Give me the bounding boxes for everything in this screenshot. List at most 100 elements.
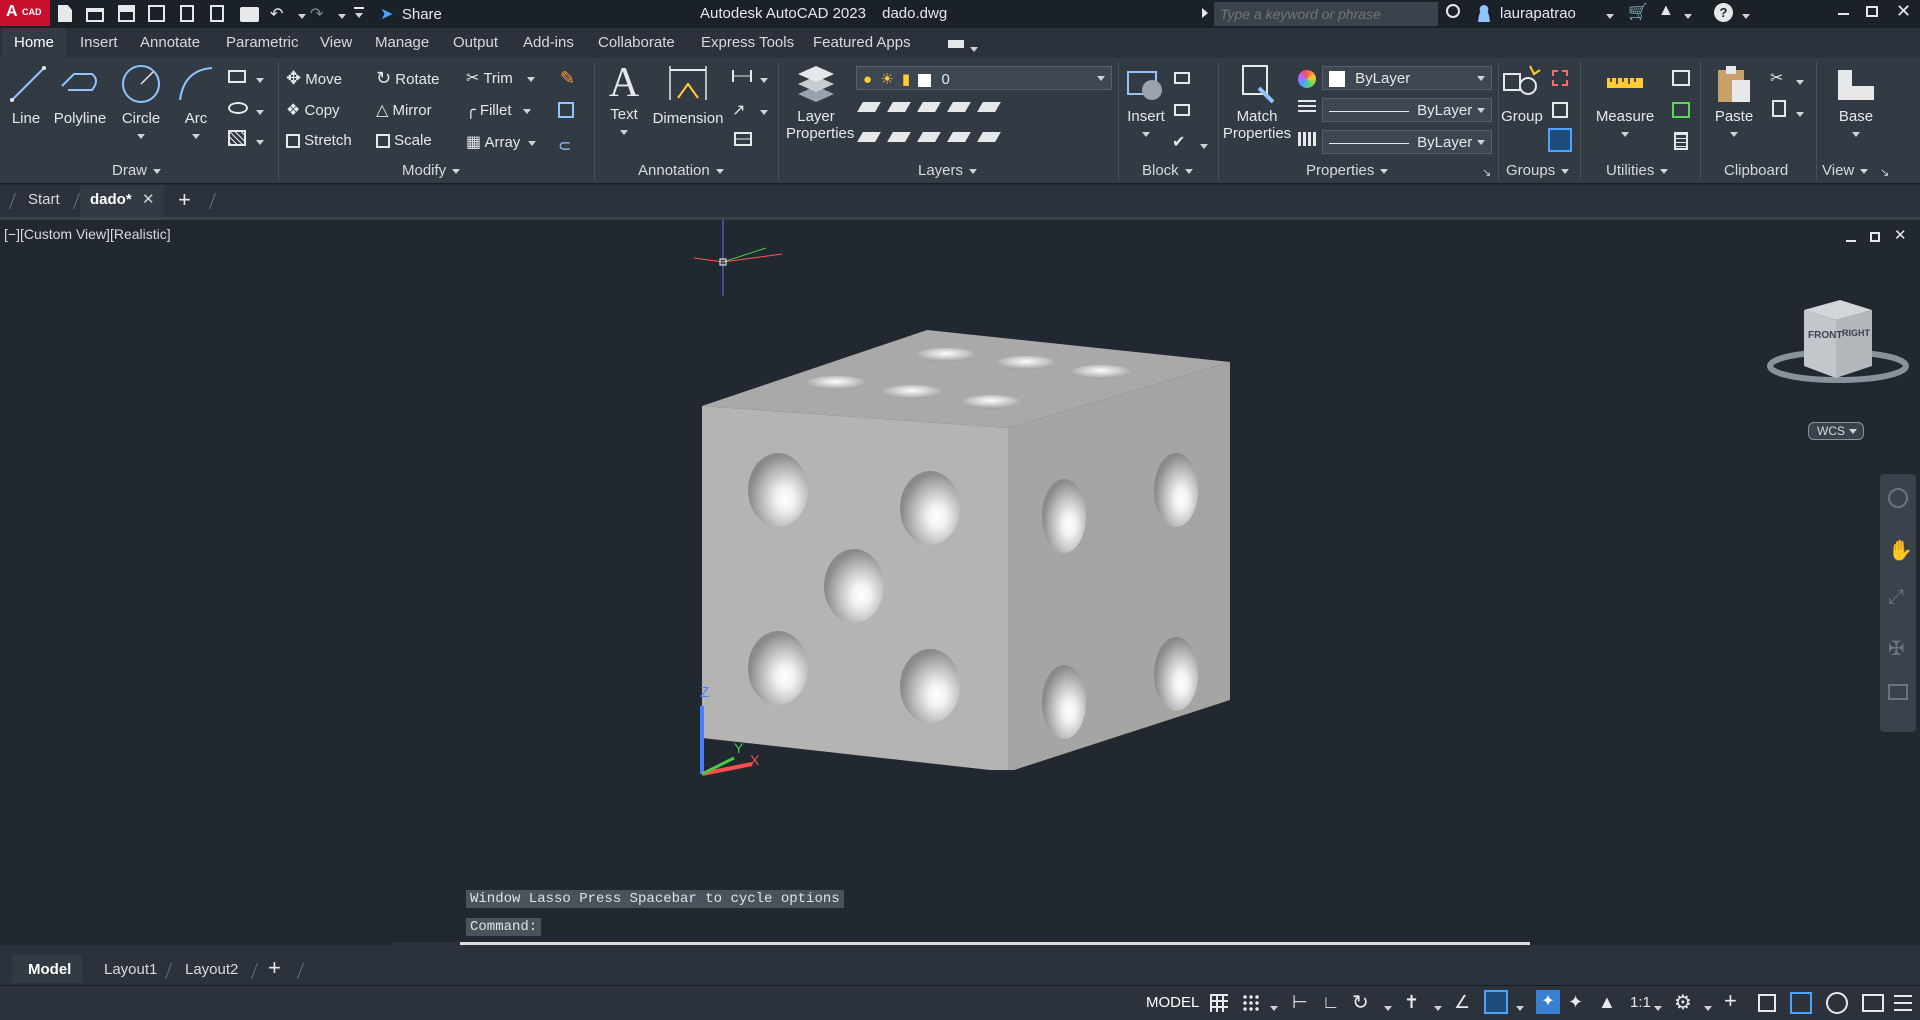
- base-dropdown-icon[interactable]: [1852, 131, 1860, 137]
- restore-window-icon[interactable]: [1866, 6, 1878, 17]
- viewcube-right-label[interactable]: RIGHT: [1842, 328, 1870, 338]
- layer-merge-icon[interactable]: [977, 102, 1001, 112]
- lineweight-dropdown[interactable]: ByLayer: [1322, 98, 1492, 122]
- viewcube[interactable]: FRONT RIGHT: [1766, 296, 1910, 396]
- rectangle-icon[interactable]: [228, 70, 246, 83]
- tab-featured-apps[interactable]: Featured Apps: [813, 34, 911, 51]
- ungroup-icon[interactable]: [1552, 70, 1568, 86]
- edit-attributes-dropdown-icon[interactable]: [1200, 138, 1208, 156]
- steering-wheel-icon[interactable]: [1888, 488, 1908, 508]
- customization-menu-icon[interactable]: [1894, 995, 1912, 1011]
- arc-tool[interactable]: Arc: [174, 64, 218, 144]
- redo-icon[interactable]: ↷: [310, 4, 323, 24]
- showmotion-icon[interactable]: [1888, 684, 1908, 700]
- erase-icon[interactable]: ✎: [560, 68, 575, 89]
- tab-home[interactable]: Home: [2, 28, 67, 58]
- tab-express-tools[interactable]: Express Tools: [701, 34, 794, 51]
- cut-icon[interactable]: ✂: [1770, 68, 1783, 88]
- paste-dropdown-icon[interactable]: [1730, 131, 1738, 137]
- rectangle-dropdown-icon[interactable]: [256, 72, 264, 90]
- polar-dropdown-icon[interactable]: [1384, 1000, 1392, 1018]
- redo-dropdown-icon[interactable]: [338, 8, 346, 26]
- viewport-close-icon[interactable]: ✕: [1894, 226, 1907, 244]
- undo-icon[interactable]: ↶: [270, 4, 283, 24]
- tab-output[interactable]: Output: [453, 34, 498, 51]
- infer-constraints-icon[interactable]: ⊢: [1292, 992, 1308, 1013]
- copy-tool[interactable]: ❖ Copy: [286, 100, 340, 120]
- snap-dropdown-icon[interactable]: [1270, 1000, 1278, 1018]
- ellipse-dropdown-icon[interactable]: [256, 104, 264, 122]
- copy-clip-dropdown-icon[interactable]: [1796, 106, 1804, 124]
- snap-icon[interactable]: [1242, 994, 1260, 1012]
- copy-clip-icon[interactable]: [1772, 100, 1786, 117]
- annotation-scale-dropdown-icon[interactable]: [1654, 1000, 1662, 1018]
- draw-panel-title[interactable]: Draw: [112, 162, 162, 179]
- insert-tool[interactable]: Insert: [1122, 64, 1170, 142]
- print-icon[interactable]: [240, 7, 259, 22]
- table-icon[interactable]: [734, 132, 752, 146]
- fillet-tool[interactable]: ╭ Fillet: [466, 100, 532, 120]
- wcs-menu[interactable]: WCS: [1808, 422, 1864, 440]
- ribbon-display-toggle-icon[interactable]: [948, 40, 964, 48]
- export-icon[interactable]: [210, 5, 224, 22]
- open-folder-icon[interactable]: [86, 8, 104, 22]
- group-tool[interactable]: Group: [1500, 64, 1544, 125]
- dice-3d-model[interactable]: [690, 330, 1250, 770]
- publish-icon[interactable]: [180, 5, 194, 22]
- user-icon[interactable]: [1476, 4, 1492, 22]
- layer-delete-icon[interactable]: [977, 132, 1001, 142]
- username[interactable]: laurapatrao: [1500, 5, 1576, 22]
- help-dropdown-icon[interactable]: [1742, 8, 1750, 26]
- circle-dropdown-icon[interactable]: [137, 133, 145, 139]
- layer-isolate-icon[interactable]: [887, 102, 911, 112]
- orbit-icon[interactable]: ✠: [1888, 636, 1905, 661]
- annotation-scale-icon[interactable]: ▲: [1598, 992, 1616, 1013]
- modify-panel-title[interactable]: Modify: [402, 162, 461, 179]
- array-dropdown-icon[interactable]: [528, 140, 537, 146]
- units-icon[interactable]: [1758, 994, 1776, 1012]
- connect-dropdown-icon[interactable]: [1684, 8, 1692, 26]
- viewport-restore-icon[interactable]: [1870, 232, 1880, 242]
- circle-tool[interactable]: Circle: [116, 64, 166, 144]
- polar-tracking-icon[interactable]: ↻: [1352, 990, 1369, 1015]
- layer-properties-tool[interactable]: Layer Properties: [786, 64, 854, 142]
- layout-tab-model[interactable]: Model: [12, 955, 82, 983]
- save-as-icon[interactable]: [148, 5, 165, 22]
- model-space-toggle[interactable]: MODEL: [1146, 994, 1199, 1011]
- leader-dropdown-icon[interactable]: [760, 104, 768, 122]
- zoom-extents-icon[interactable]: ⤢: [1888, 586, 1904, 609]
- rotate-tool[interactable]: ↻ Rotate: [376, 68, 439, 89]
- edit-block-icon[interactable]: [1174, 104, 1190, 116]
- share-button[interactable]: ➤ Share: [380, 4, 442, 24]
- layer-thaw-icon[interactable]: [917, 132, 941, 142]
- leader-icon[interactable]: ↗: [732, 100, 745, 120]
- isodraft-dropdown-icon[interactable]: [1434, 1000, 1442, 1018]
- viewport-label[interactable]: [−][Custom View][Realistic]: [4, 226, 171, 242]
- polyline-tool[interactable]: Polyline: [52, 64, 108, 127]
- workspace-dropdown-icon[interactable]: [1704, 1000, 1712, 1018]
- ribbon-display-dropdown-icon[interactable]: [970, 41, 978, 59]
- dimension-tool[interactable]: Dimension: [652, 64, 724, 127]
- groups-panel-title[interactable]: Groups: [1506, 162, 1570, 179]
- linear-dimension-icon[interactable]: [732, 70, 752, 82]
- layout-tab-layout1[interactable]: Layout1: [104, 961, 157, 978]
- layer-match-icon[interactable]: [857, 132, 881, 142]
- hatch-ellipse-icon[interactable]: [228, 102, 248, 114]
- block-panel-title[interactable]: Block: [1142, 162, 1193, 179]
- undo-dropdown-icon[interactable]: [298, 8, 306, 26]
- close-window-icon[interactable]: ✕: [1896, 1, 1911, 22]
- text-dropdown-icon[interactable]: [620, 129, 628, 135]
- layer-dropdown[interactable]: ● ☀ ▮ 0: [856, 66, 1112, 90]
- cart-icon[interactable]: 🛒: [1628, 2, 1648, 22]
- layers-panel-title[interactable]: Layers: [918, 162, 978, 179]
- trim-tool[interactable]: ✂ Trim: [466, 68, 535, 88]
- tab-insert[interactable]: Insert: [80, 34, 118, 51]
- new-file-icon[interactable]: [58, 5, 72, 22]
- quick-select-icon[interactable]: [1672, 70, 1690, 86]
- linear-dimension-dropdown-icon[interactable]: [760, 72, 768, 90]
- calculator-icon[interactable]: [1674, 132, 1688, 150]
- ortho-icon[interactable]: ∟: [1322, 992, 1340, 1013]
- group-edit-icon[interactable]: [1552, 102, 1568, 118]
- offset-icon[interactable]: ⊂: [558, 136, 571, 156]
- properties-launcher-icon[interactable]: ↘: [1482, 166, 1491, 179]
